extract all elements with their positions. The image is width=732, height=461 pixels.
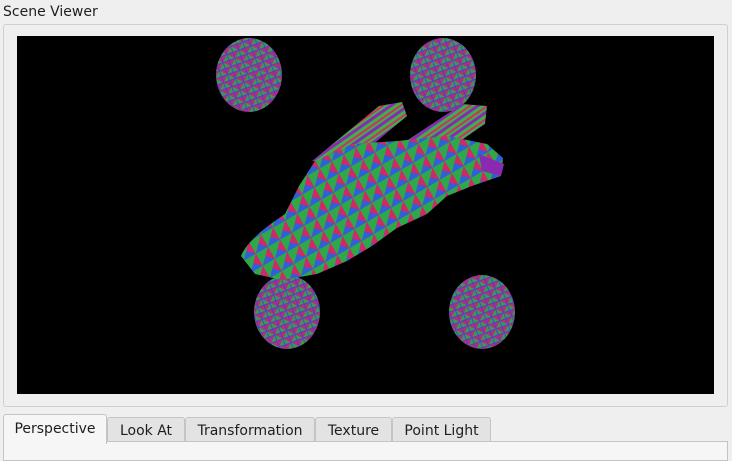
tab-texture[interactable]: Texture: [315, 417, 392, 443]
ship-body: [241, 136, 503, 280]
tab-look-at[interactable]: Look At: [107, 417, 185, 443]
tab-perspective[interactable]: Perspective: [3, 414, 107, 444]
sphere-bottom-right: [449, 275, 515, 349]
sphere-top-right: [410, 38, 476, 112]
tab-pane: [3, 441, 728, 461]
scene-render: [216, 38, 515, 349]
sphere-top-left: [216, 38, 282, 112]
window-title: Scene Viewer: [3, 4, 98, 20]
tab-point-light[interactable]: Point Light: [392, 417, 491, 443]
sphere-bottom-left: [254, 275, 320, 349]
scene-viewport[interactable]: [17, 36, 714, 394]
tab-transformation[interactable]: Transformation: [185, 417, 315, 443]
